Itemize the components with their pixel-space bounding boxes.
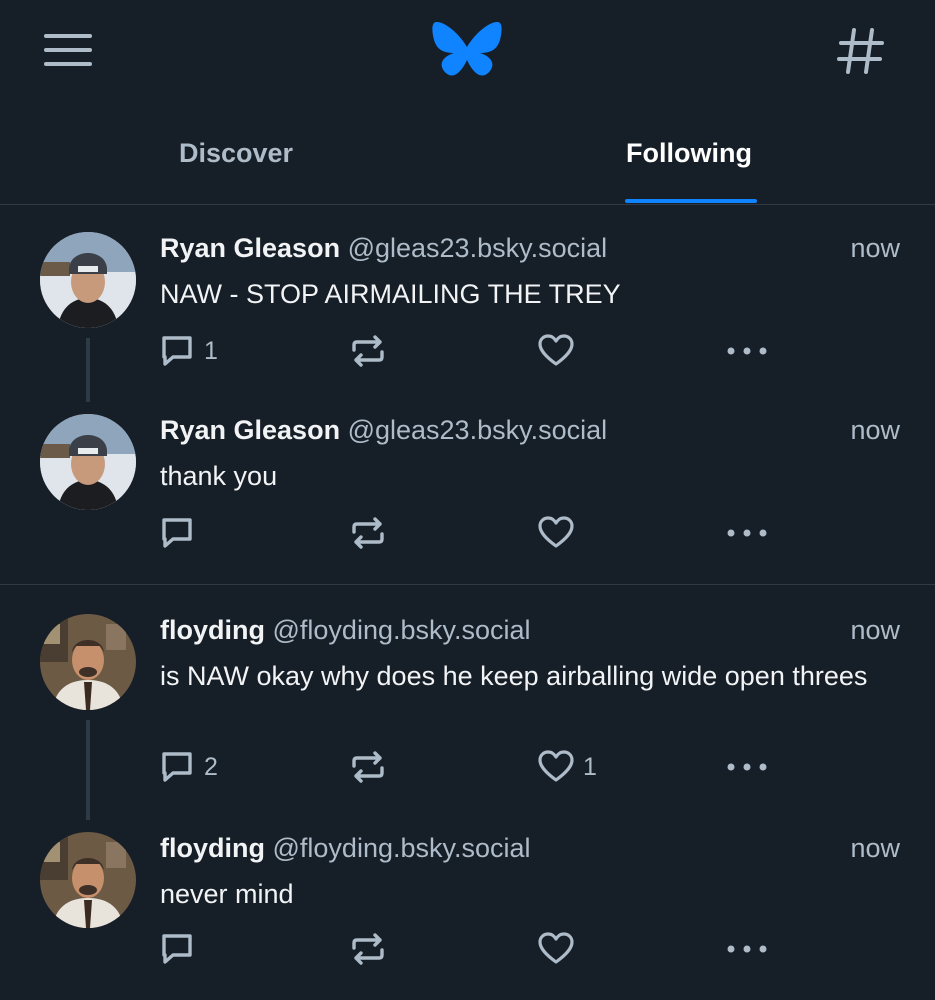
more-options-button[interactable] [725,748,769,786]
post-text: thank you [160,461,278,491]
reply-icon [162,752,192,782]
post-actions [0,930,935,970]
repost-button[interactable] [349,748,395,786]
avatar[interactable] [40,414,136,510]
like-button[interactable] [537,514,583,552]
post-header: floyding @floyding.bsky.social [160,832,531,864]
top-bar [0,0,935,100]
reply-icon [162,934,192,964]
reply-count: 1 [204,336,218,365]
divider [0,584,935,585]
hamburger-menu-icon [44,34,92,66]
post-actions: 1 [0,332,935,372]
post-actions: 2 1 [0,748,935,788]
feeds-button[interactable] [836,26,886,76]
like-button[interactable] [537,930,583,968]
post[interactable]: Ryan Gleason @gleas23.bsky.social now th… [0,392,935,582]
more-options-button[interactable] [725,930,769,968]
repost-button[interactable] [349,514,395,552]
post[interactable]: Ryan Gleason @gleas23.bsky.social now NA… [0,210,935,402]
ellipsis-icon [727,763,767,771]
repost-icon [352,933,384,965]
post-author[interactable]: floyding [160,833,265,863]
post-text: NAW - STOP AIRMAILING THE TREY [160,279,621,309]
post-time: now [850,833,900,863]
more-options-button[interactable] [725,514,769,552]
repost-button[interactable] [349,332,395,370]
post-handle[interactable]: @floyding.bsky.social [273,833,531,863]
heart-icon [538,516,574,548]
post-time: now [850,415,900,445]
post-time: now [850,233,900,263]
post[interactable]: floyding @floyding.bsky.social now never… [0,810,935,1000]
feed-tabs: Discover Following [0,110,935,205]
butterfly-logo-icon[interactable] [432,20,502,82]
menu-button[interactable] [40,28,96,72]
like-button[interactable]: 1 [537,748,597,786]
like-button[interactable] [537,332,583,370]
active-tab-indicator [625,199,757,203]
avatar[interactable] [40,614,136,710]
reply-icon [162,336,192,366]
tab-discover[interactable]: Discover [179,138,293,169]
post-handle[interactable]: @gleas23.bsky.social [348,415,608,445]
post-header: Ryan Gleason @gleas23.bsky.social [160,414,607,446]
reply-icon [162,518,192,548]
more-options-button[interactable] [725,332,769,370]
post-actions [0,514,935,554]
repost-icon [352,335,384,367]
post-header: floyding @floyding.bsky.social [160,614,531,646]
post-text: is NAW okay why does he keep airballing … [160,661,868,691]
like-count: 1 [583,752,597,781]
ellipsis-icon [727,945,767,953]
reply-button[interactable]: 1 [158,332,218,370]
post-handle[interactable]: @floyding.bsky.social [273,615,531,645]
post[interactable]: floyding @floyding.bsky.social now is NA… [0,592,935,820]
reply-button[interactable]: 2 [158,748,218,786]
post-author[interactable]: Ryan Gleason [160,415,340,445]
avatar[interactable] [40,832,136,928]
hashtag-icon [837,28,884,74]
post-author[interactable]: Ryan Gleason [160,233,340,263]
post-author[interactable]: floyding [160,615,265,645]
repost-icon [352,517,384,549]
post-text: never mind [160,879,294,909]
ellipsis-icon [727,347,767,355]
heart-icon [538,932,574,964]
repost-icon [352,751,384,783]
reply-button[interactable] [158,514,204,552]
heart-icon [538,334,574,366]
tab-following[interactable]: Following [626,138,752,169]
reply-button[interactable] [158,930,204,968]
heart-icon [538,750,574,782]
ellipsis-icon [727,529,767,537]
avatar[interactable] [40,232,136,328]
repost-button[interactable] [349,930,395,968]
post-header: Ryan Gleason @gleas23.bsky.social [160,232,607,264]
reply-count: 2 [204,752,218,781]
post-handle[interactable]: @gleas23.bsky.social [348,233,608,263]
post-time: now [850,615,900,645]
